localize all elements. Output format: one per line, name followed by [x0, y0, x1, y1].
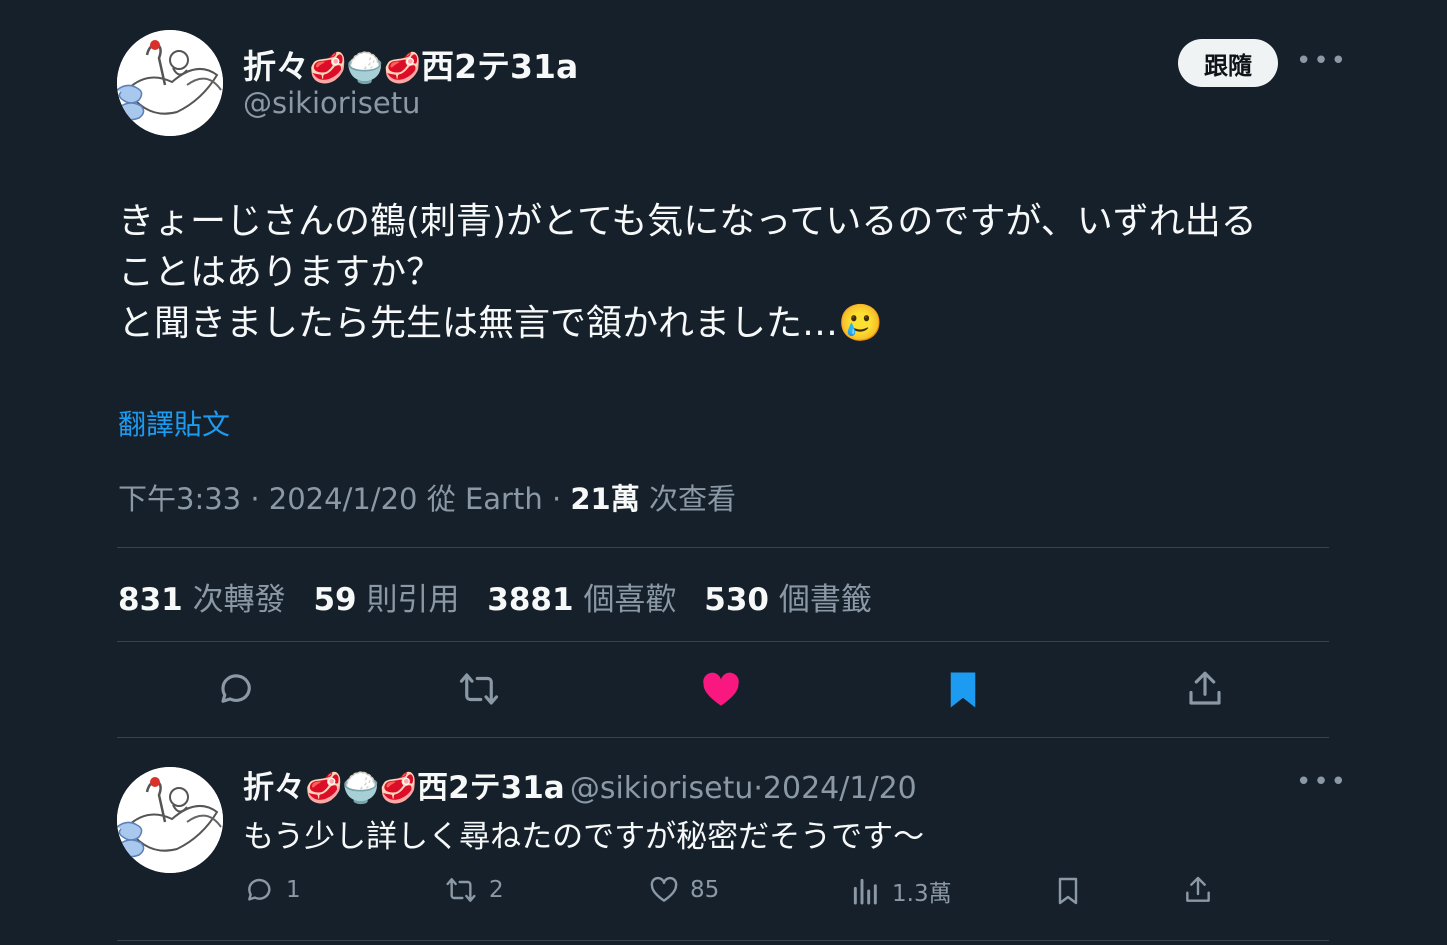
- reply-icon: [248, 878, 271, 901]
- like-button[interactable]: [700, 669, 742, 711]
- retweet-icon: [459, 673, 499, 705]
- reply-like-button[interactable]: 85: [648, 874, 719, 906]
- meat-emoji-icon: 🥩: [379, 771, 418, 806]
- likes-stat[interactable]: 3881 個喜歡: [487, 582, 676, 618]
- tweet-text-line: きょーじさんの鶴(刺青)がとても気になっているのですが、いずれ出る: [118, 201, 1257, 242]
- meat-emoji-icon: 🥩: [383, 51, 422, 86]
- tweet-text-line: と聞きましたら先生は無言で頷かれました…🥲: [118, 303, 883, 344]
- reply-replies-count: 1: [286, 877, 301, 903]
- retweet-icon: [446, 878, 476, 902]
- share-icon: [1189, 671, 1221, 705]
- reply-author-avatar[interactable]: [117, 767, 223, 873]
- author-handle[interactable]: @sikiorisetu: [243, 86, 420, 120]
- views-chart-icon: [853, 878, 877, 905]
- reply-button[interactable]: [216, 668, 258, 710]
- crane-avatar-icon: [117, 30, 223, 136]
- reply-bookmark-button[interactable]: [1052, 874, 1084, 908]
- quotes-stat[interactable]: 59 則引用: [313, 582, 459, 618]
- engagement-stats: 831 次轉發 59 則引用 3881 個喜歡 530 個書籤: [118, 574, 890, 619]
- share-icon: [1186, 876, 1210, 902]
- views-count: 21萬: [570, 482, 640, 516]
- bookmarks-stat[interactable]: 530 個書籤: [704, 582, 872, 618]
- reply-icon: [221, 674, 251, 703]
- reply-more-options-icon[interactable]: •••: [1296, 767, 1348, 797]
- reply-author-display-name[interactable]: 折々🥩🍚🥩西2テ31a: [243, 770, 565, 806]
- reply-likes-count: 85: [690, 877, 720, 903]
- reply-header: 折々🥩🍚🥩西2テ31a @sikiorisetu·2024/1/20: [243, 770, 917, 806]
- heart-icon: [650, 876, 678, 902]
- meat-emoji-icon: 🥩: [305, 771, 343, 806]
- retweets-stat[interactable]: 831 次轉發: [118, 582, 286, 618]
- follow-button[interactable]: 跟隨: [1178, 39, 1278, 87]
- retweet-button[interactable]: [456, 668, 502, 710]
- reply-retweets-count: 2: [489, 877, 504, 903]
- bookmark-button[interactable]: [942, 668, 984, 712]
- reply-views-count: 1.3萬: [892, 881, 952, 907]
- meat-emoji-icon: 🥩: [309, 51, 347, 86]
- reply-date[interactable]: 2024/1/20: [763, 771, 917, 806]
- tweet-time[interactable]: 下午3:33: [118, 482, 241, 516]
- heart-filled-icon: [703, 672, 739, 706]
- bookmark-icon: [1058, 877, 1078, 905]
- reply-retweet-button[interactable]: 2: [443, 874, 504, 906]
- tweet-text: きょーじさんの鶴(刺青)がとても気になっているのですが、いずれ出る ことはありま…: [118, 196, 1338, 349]
- reply-author-handle[interactable]: @sikiorisetu: [570, 771, 754, 806]
- crane-avatar-icon: [117, 767, 223, 873]
- author-avatar[interactable]: [117, 30, 223, 136]
- reply-views-button[interactable]: 1.3萬: [850, 874, 952, 908]
- divider: [117, 641, 1329, 642]
- reply-share-button[interactable]: [1182, 874, 1214, 906]
- tweet-text-line: ことはありますか？: [118, 252, 443, 293]
- reply-text: もう少し詳しく尋ねたのですが秘密だそうです～: [243, 819, 925, 855]
- rice-emoji-icon: 🍚: [346, 51, 384, 86]
- translate-post-link[interactable]: 翻譯貼文: [118, 403, 230, 443]
- tweet-metadata: 下午3:33 · 2024/1/20 從 Earth · 21萬 次查看: [118, 482, 736, 516]
- divider: [117, 547, 1329, 548]
- tweet-date[interactable]: 2024/1/20: [269, 482, 418, 516]
- author-display-name[interactable]: 折々🥩🍚🥩西2テ31a: [243, 40, 578, 88]
- reply-reply-button[interactable]: 1: [244, 874, 301, 906]
- tweet-source: Earth: [464, 482, 543, 516]
- views-label: 次查看: [648, 482, 736, 516]
- rice-emoji-icon: 🍚: [342, 771, 380, 806]
- bookmark-filled-icon: [950, 672, 976, 708]
- divider: [117, 940, 1329, 941]
- share-button[interactable]: [1184, 668, 1226, 710]
- divider: [117, 737, 1329, 738]
- more-options-icon[interactable]: •••: [1296, 46, 1348, 76]
